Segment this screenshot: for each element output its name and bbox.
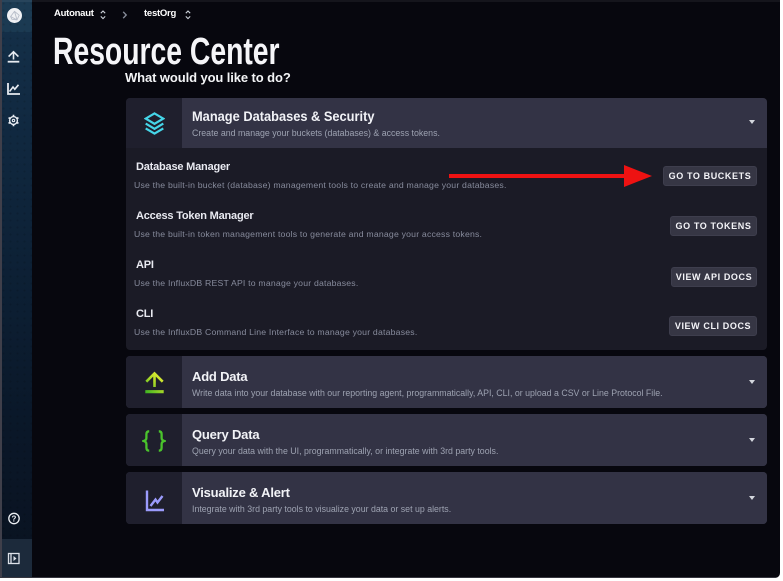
- svg-text:?: ?: [12, 514, 17, 523]
